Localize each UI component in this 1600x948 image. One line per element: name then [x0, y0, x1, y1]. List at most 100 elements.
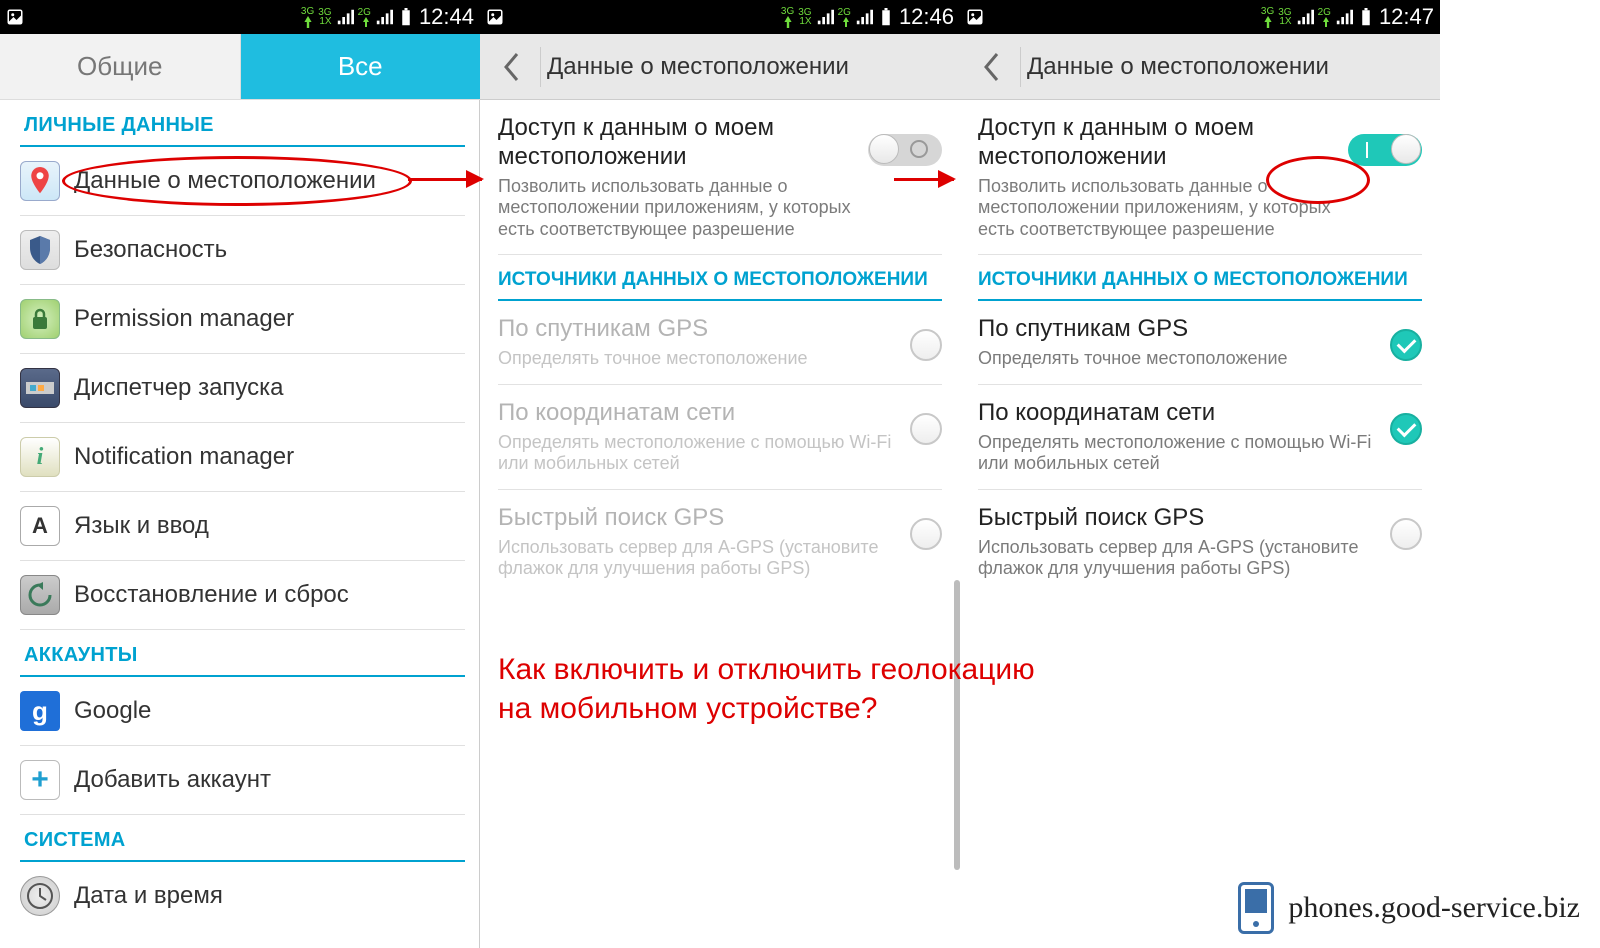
agps-radio [910, 518, 942, 550]
item-backup[interactable]: Восстановление и сброс [20, 561, 465, 630]
status-bar: 3G 3G1X 2G 12:44 [0, 0, 480, 34]
gps-desc: Определять точное местоположение [498, 348, 900, 370]
signal-icon-1 [816, 8, 834, 26]
row-location-access[interactable]: Доступ к данным о моем местоположении По… [498, 100, 942, 255]
agps-radio[interactable] [1390, 518, 1422, 550]
net-1x-label: 1X [1279, 17, 1291, 26]
watermark-text: phones.good-service.biz [1288, 891, 1580, 925]
net-2g-label: 2G [1318, 8, 1331, 17]
tab-all[interactable]: Все [241, 34, 481, 99]
picture-icon [966, 8, 984, 26]
header-bar: Данные о местоположении [480, 34, 960, 100]
location-settings[interactable]: Доступ к данным о моем местоположении По… [960, 100, 1440, 948]
gps-title: По спутникам GPS [498, 315, 900, 344]
dispatcher-icon [20, 368, 60, 408]
item-notification-label: Notification manager [74, 443, 294, 471]
row-agps[interactable]: Быстрый поиск GPS Использовать сервер дл… [978, 490, 1422, 594]
item-security[interactable]: Безопасность [20, 216, 465, 285]
screen-location-on: 3G 3G1X 2G 12:47 Данные о местоположении… [960, 0, 1440, 948]
item-dispatcher[interactable]: Диспетчер запуска [20, 354, 465, 423]
item-add-account[interactable]: + Добавить аккаунт [20, 746, 465, 815]
signal-icon-1 [1296, 8, 1314, 26]
battery-icon [1357, 8, 1375, 26]
battery-icon [877, 8, 895, 26]
net-desc: Определять местоположение с помощью Wi-F… [498, 432, 900, 475]
watermark: phones.good-service.biz [1238, 882, 1580, 934]
back-button[interactable] [488, 43, 536, 91]
item-permission-label: Permission manager [74, 305, 294, 333]
net-1x-label: 1X [319, 17, 331, 26]
item-dispatcher-label: Диспетчер запуска [74, 374, 284, 402]
location-settings[interactable]: Доступ к данным о моем местоположении По… [480, 100, 960, 948]
annotation-caption: Как включить и отключить геолокацию на м… [498, 650, 1035, 728]
access-desc: Позволить использовать данные о местопол… [498, 176, 858, 241]
shield-icon [20, 230, 60, 270]
location-toggle-off[interactable] [868, 134, 942, 166]
clock: 12:44 [419, 4, 474, 30]
access-title: Доступ к данным о моем местоположении [978, 114, 1338, 172]
language-icon: A [20, 506, 60, 546]
screen-location-off: 3G 3G1X 2G 12:46 Данные о местоположении… [480, 0, 960, 948]
battery-icon [397, 8, 415, 26]
signal-icon-1 [336, 8, 354, 26]
row-network[interactable]: По координатам сети Определять местополо… [978, 385, 1422, 490]
net-3g-label: 3G [1261, 7, 1274, 16]
net-radio [910, 413, 942, 445]
item-add-account-label: Добавить аккаунт [74, 766, 271, 794]
clock-icon [20, 876, 60, 916]
row-gps[interactable]: По спутникам GPS Определять точное место… [978, 301, 1422, 384]
item-language-label: Язык и ввод [74, 512, 209, 540]
item-google-label: Google [74, 697, 151, 725]
row-gps: По спутникам GPS Определять точное место… [498, 301, 942, 384]
agps-desc: Использовать сервер для A-GPS (установит… [498, 537, 900, 580]
settings-list[interactable]: ЛИЧНЫЕ ДАННЫЕ Данные о местоположении Бе… [0, 100, 480, 948]
gps-desc: Определять точное местоположение [978, 348, 1380, 370]
section-sources: ИСТОЧНИКИ ДАННЫХ О МЕСТОПОЛОЖЕНИИ [978, 255, 1422, 301]
net-3g-label: 3G [301, 7, 314, 16]
item-permission[interactable]: Permission manager [20, 285, 465, 354]
location-icon [20, 161, 60, 201]
tab-general[interactable]: Общие [0, 34, 241, 99]
picture-icon [486, 8, 504, 26]
signal-icon-2 [375, 8, 393, 26]
agps-title: Быстрый поиск GPS [978, 504, 1380, 533]
item-google[interactable]: g Google [20, 677, 465, 746]
agps-desc: Использовать сервер для A-GPS (установит… [978, 537, 1380, 580]
tabs: Общие Все [0, 34, 480, 100]
info-icon: i [20, 437, 60, 477]
access-title: Доступ к данным о моем местоположении [498, 114, 858, 172]
item-security-label: Безопасность [74, 236, 227, 264]
item-language[interactable]: A Язык и ввод [20, 492, 465, 561]
back-button[interactable] [968, 43, 1016, 91]
header-title: Данные о местоположении [540, 47, 849, 87]
item-datetime-label: Дата и время [74, 882, 223, 910]
item-location-label: Данные о местоположении [74, 167, 376, 195]
section-system: СИСТЕМА [20, 815, 465, 862]
item-datetime[interactable]: Дата и время [20, 862, 465, 930]
row-location-access[interactable]: Доступ к данным о моем местоположении По… [978, 100, 1422, 255]
status-bar: 3G 3G1X 2G 12:47 [960, 0, 1440, 34]
item-location[interactable]: Данные о местоположении [20, 147, 465, 216]
backup-icon [20, 575, 60, 615]
phone-icon [1238, 882, 1274, 934]
net-2g-label: 2G [358, 8, 371, 17]
agps-title: Быстрый поиск GPS [498, 504, 900, 533]
net-3g-label: 3G [781, 7, 794, 16]
item-notification[interactable]: i Notification manager [20, 423, 465, 492]
google-icon: g [20, 691, 60, 731]
clock: 12:47 [1379, 4, 1434, 30]
net-desc: Определять местоположение с помощью Wi-F… [978, 432, 1380, 475]
status-bar: 3G 3G1X 2G 12:46 [480, 0, 960, 34]
gps-radio-checked[interactable] [1390, 329, 1422, 361]
item-backup-label: Восстановление и сброс [74, 581, 349, 609]
net-radio-checked[interactable] [1390, 413, 1422, 445]
signal-icon-2 [855, 8, 873, 26]
net-title: По координатам сети [498, 399, 900, 428]
location-toggle-on[interactable] [1348, 134, 1422, 166]
access-desc: Позволить использовать данные о местопол… [978, 176, 1338, 241]
gps-radio [910, 329, 942, 361]
signal-icon-2 [1335, 8, 1353, 26]
plus-icon: + [20, 760, 60, 800]
section-accounts: АККАУНТЫ [20, 630, 465, 677]
section-personal: ЛИЧНЫЕ ДАННЫЕ [20, 100, 465, 147]
